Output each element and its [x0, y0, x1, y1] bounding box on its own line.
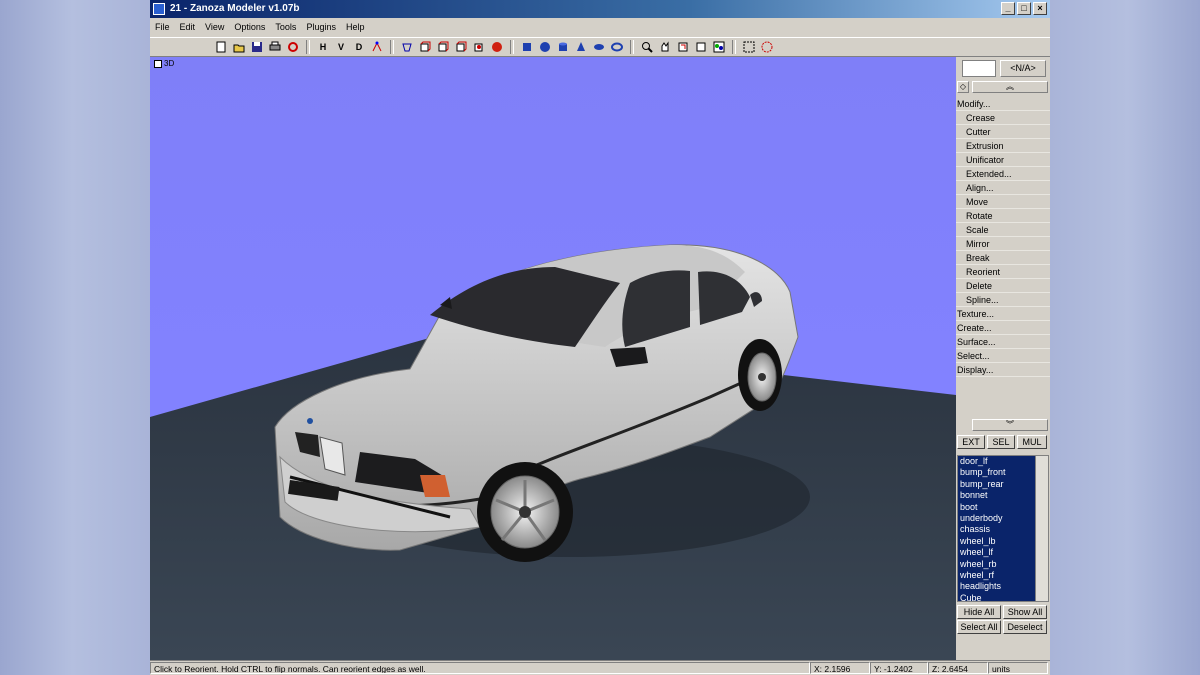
- open-icon[interactable]: [232, 40, 246, 54]
- select-circle-icon[interactable]: [760, 40, 774, 54]
- toolbar: H V D: [150, 37, 1050, 57]
- cylinder-blue-icon[interactable]: [556, 40, 570, 54]
- app-icon[interactable]: [153, 3, 165, 15]
- tool-unificator[interactable]: Unificator: [956, 153, 1050, 167]
- tool-scale[interactable]: Scale: [956, 223, 1050, 237]
- tool-mirror[interactable]: Mirror: [956, 237, 1050, 251]
- selection-buttons: Select All Deselect: [957, 620, 1047, 634]
- tool-extrusion[interactable]: Extrusion: [956, 139, 1050, 153]
- modify-menu: Modify... Crease Cutter Extrusion Unific…: [956, 97, 1050, 377]
- title-bar[interactable]: 21 - Zanoza Modeler v1.07b _ □ ×: [150, 0, 1050, 18]
- menu-surface[interactable]: Surface...: [956, 335, 1050, 349]
- menu-edit[interactable]: Edit: [175, 22, 201, 32]
- menu-tools[interactable]: Tools: [270, 22, 301, 32]
- panel-scroll-down-button[interactable]: ︾: [972, 419, 1048, 431]
- cube-blue-icon[interactable]: [520, 40, 534, 54]
- visibility-buttons: Hide All Show All: [957, 605, 1047, 619]
- close-button[interactable]: ×: [1033, 2, 1047, 15]
- mul-button[interactable]: MUL: [1017, 435, 1047, 449]
- app-window: 21 - Zanoza Modeler v1.07b _ □ × File Ed…: [150, 0, 1050, 675]
- tool-spline[interactable]: Spline...: [956, 293, 1050, 307]
- tool-delete[interactable]: Delete: [956, 279, 1050, 293]
- viewport-label[interactable]: 3D: [154, 59, 174, 68]
- cube-front-icon[interactable]: [418, 40, 432, 54]
- sphere-red-icon[interactable]: [490, 40, 504, 54]
- zoom-icon[interactable]: [640, 40, 654, 54]
- status-units: units: [988, 662, 1048, 674]
- status-y: Y: -1.2402: [870, 662, 928, 674]
- cone-blue-icon[interactable]: [574, 40, 588, 54]
- mode-buttons: EXT SEL MUL: [957, 435, 1047, 449]
- menu-view[interactable]: View: [200, 22, 229, 32]
- tool-rotate[interactable]: Rotate: [956, 209, 1050, 223]
- menu-select[interactable]: Select...: [956, 349, 1050, 363]
- menu-options[interactable]: Options: [229, 22, 270, 32]
- sphere-blue-icon[interactable]: [538, 40, 552, 54]
- show-all-button[interactable]: Show All: [1003, 605, 1047, 619]
- view-h-button[interactable]: H: [316, 40, 330, 54]
- hide-all-button[interactable]: Hide All: [957, 605, 1001, 619]
- frame-icon[interactable]: [694, 40, 708, 54]
- tool-crease[interactable]: Crease: [956, 111, 1050, 125]
- menu-create[interactable]: Create...: [956, 321, 1050, 335]
- menu-display[interactable]: Display...: [956, 363, 1050, 377]
- select-all-button[interactable]: Select All: [957, 620, 1001, 634]
- torus-blue-icon[interactable]: [592, 40, 606, 54]
- view-v-button[interactable]: V: [334, 40, 348, 54]
- print-icon[interactable]: [268, 40, 282, 54]
- scene-render: [150, 244, 956, 660]
- layer-spinner[interactable]: [962, 60, 996, 77]
- status-z: Z: 2.6454: [928, 662, 988, 674]
- na-dropdown[interactable]: <N/A>: [1000, 60, 1046, 77]
- view-d-button[interactable]: D: [352, 40, 366, 54]
- menu-bar: File Edit View Options Tools Plugins Hel…: [150, 18, 1050, 36]
- tool-cutter[interactable]: Cutter: [956, 125, 1050, 139]
- object-list-scrollbar[interactable]: [1035, 456, 1048, 601]
- tool-break[interactable]: Break: [956, 251, 1050, 265]
- status-bar: Click to Reorient. Hold CTRL to flip nor…: [150, 660, 1050, 675]
- menu-plugins[interactable]: Plugins: [301, 22, 341, 32]
- cube-iso-icon[interactable]: [472, 40, 486, 54]
- undo-icon[interactable]: [286, 40, 300, 54]
- status-message: Click to Reorient. Hold CTRL to flip nor…: [150, 662, 810, 674]
- minimize-button[interactable]: _: [1001, 2, 1015, 15]
- pan-icon[interactable]: [658, 40, 672, 54]
- menu-modify[interactable]: Modify...: [956, 97, 1050, 111]
- scene-icon[interactable]: [712, 40, 726, 54]
- tool-extended[interactable]: Extended...: [956, 167, 1050, 181]
- object-list[interactable]: door_lf bump_front bump_rear bonnet boot…: [957, 455, 1049, 602]
- cube-side-icon[interactable]: [436, 40, 450, 54]
- panel-left-button[interactable]: ◇: [957, 81, 969, 93]
- save-icon[interactable]: [250, 40, 264, 54]
- tool-move[interactable]: Move: [956, 195, 1050, 209]
- deselect-button[interactable]: Deselect: [1003, 620, 1047, 634]
- panel-scroll-up-button[interactable]: ︽: [972, 81, 1048, 93]
- menu-help[interactable]: Help: [341, 22, 370, 32]
- sel-button[interactable]: SEL: [987, 435, 1015, 449]
- ring-blue-icon[interactable]: [610, 40, 624, 54]
- car-model: [274, 244, 810, 562]
- select-rect-icon[interactable]: [742, 40, 756, 54]
- menu-texture[interactable]: Texture...: [956, 307, 1050, 321]
- maximize-button[interactable]: □: [1017, 2, 1031, 15]
- cube-top-icon[interactable]: [454, 40, 468, 54]
- right-panel: <N/A> ◇ ︽ Modify... Crease Cutter Extrus…: [956, 57, 1050, 660]
- menu-file[interactable]: File: [150, 22, 175, 32]
- select-vertex-icon[interactable]: [370, 40, 384, 54]
- ext-button[interactable]: EXT: [957, 435, 985, 449]
- tool-align[interactable]: Align...: [956, 181, 1050, 195]
- window-controls: _ □ ×: [1001, 2, 1047, 15]
- viewport-3d[interactable]: 3D: [150, 57, 956, 660]
- tool-reorient[interactable]: Reorient: [956, 265, 1050, 279]
- window-title: 21 - Zanoza Modeler v1.07b: [170, 3, 300, 14]
- rotate-view-icon[interactable]: [676, 40, 690, 54]
- select-edge-icon[interactable]: [400, 40, 414, 54]
- status-x: X: 2.1596: [810, 662, 870, 674]
- new-icon[interactable]: [214, 40, 228, 54]
